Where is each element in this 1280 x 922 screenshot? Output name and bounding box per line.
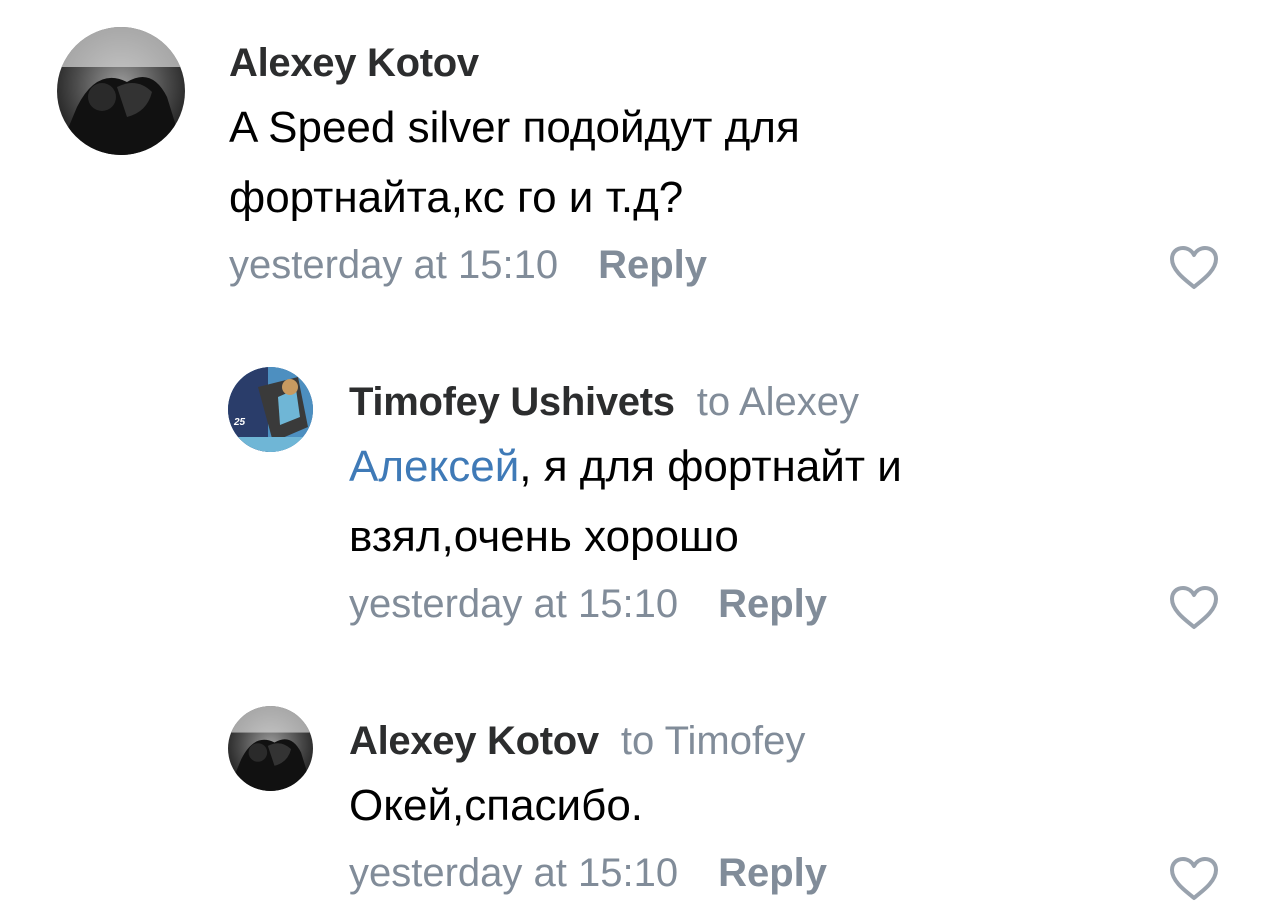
author-name[interactable]: Timofey Ushivets [349,380,675,424]
avatar-image [228,706,313,791]
reply-to-label[interactable]: to Timofey [621,719,806,763]
author-name[interactable]: Alexey Kotov [349,719,599,763]
reply-button[interactable]: Reply [598,243,707,287]
comment-timestamp: yesterday at 15:10 [349,851,679,895]
author-name[interactable]: Alexey Kotov [229,41,479,85]
mention-link[interactable]: Алексей [349,442,519,491]
avatar[interactable]: 25 [228,367,313,452]
heart-outline-icon [1170,246,1218,289]
heart-outline-icon [1170,586,1218,629]
reply-to-label[interactable]: to Alexey [697,380,859,424]
comment-timestamp: yesterday at 15:10 [349,582,679,626]
reply-button[interactable]: Reply [718,582,827,626]
reply-button[interactable]: Reply [718,851,827,895]
heart-outline-icon [1170,857,1218,900]
like-button[interactable] [1168,245,1220,291]
like-button[interactable] [1168,585,1220,631]
avatar[interactable] [57,27,185,155]
comment-timestamp: yesterday at 15:10 [229,243,559,287]
comment-text: A Speed silver подойдут для фортнайта,кс… [229,103,800,222]
svg-text:25: 25 [233,417,246,428]
avatar-image [57,27,185,155]
avatar-image: 25 [228,367,313,452]
like-button[interactable] [1168,856,1220,902]
comment-text: Окей,спасибо. [349,781,644,830]
comment-text: Алексей, я для фортнайт и взял,очень хор… [349,432,1069,572]
avatar[interactable] [228,706,313,791]
